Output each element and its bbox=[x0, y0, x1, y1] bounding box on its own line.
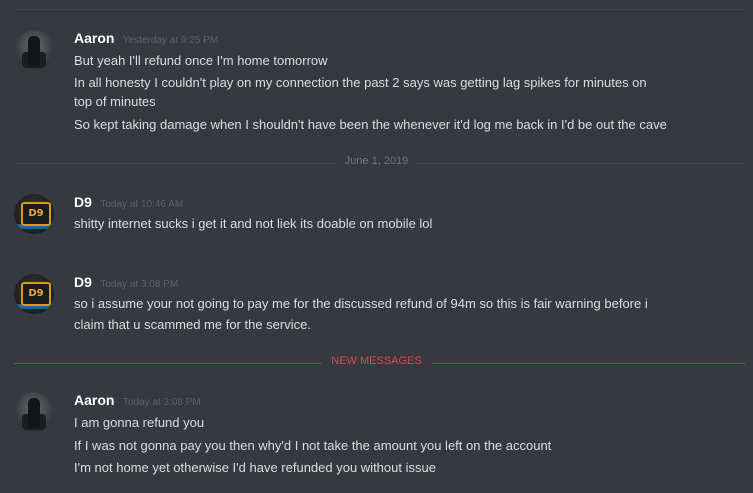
timestamp: Today at 3:08 PM bbox=[100, 279, 179, 290]
message-text: So kept taking damage when I shouldn't h… bbox=[74, 117, 667, 132]
chat-message-list: Aaron Yesterday at 9:25 PM But yeah I'll… bbox=[0, 0, 753, 493]
avatar-badge: D9 bbox=[21, 282, 51, 306]
aaron-avatar[interactable] bbox=[14, 30, 54, 70]
message-text: If I was not gonna pay you then why'd I … bbox=[74, 438, 552, 453]
timestamp: Today at 3:08 PM bbox=[122, 397, 201, 408]
message-header: D9 Today at 10:46 AM bbox=[74, 194, 183, 212]
username[interactable]: Aaron bbox=[74, 30, 114, 46]
avatar-figure-shape bbox=[28, 36, 40, 66]
message-text: I'm not home yet otherwise I'd have refu… bbox=[74, 460, 436, 475]
message-text: so i assume your not going to pay me for… bbox=[74, 296, 648, 311]
avatar-figure-shape bbox=[28, 398, 40, 428]
username[interactable]: D9 bbox=[74, 194, 92, 210]
username[interactable]: Aaron bbox=[74, 392, 114, 408]
new-messages-label: NEW MESSAGES bbox=[321, 355, 432, 367]
top-divider bbox=[14, 9, 745, 10]
message-text: I am gonna refund you bbox=[74, 415, 205, 430]
d9-avatar[interactable]: D9 bbox=[14, 194, 54, 234]
message-header: D9 Today at 3:08 PM bbox=[74, 274, 178, 292]
d9-avatar[interactable]: D9 bbox=[14, 274, 54, 314]
message-text: shitty internet sucks i get it and not l… bbox=[74, 216, 433, 231]
message-header: Aaron Yesterday at 9:25 PM bbox=[74, 30, 218, 48]
timestamp: Yesterday at 9:25 PM bbox=[122, 35, 219, 46]
message-text: top of minutes bbox=[74, 94, 156, 109]
aaron-avatar[interactable] bbox=[14, 392, 54, 432]
avatar-badge: D9 bbox=[21, 202, 51, 226]
timestamp: Today at 10:46 AM bbox=[100, 199, 184, 210]
message-header: Aaron Today at 3:08 PM bbox=[74, 392, 201, 410]
message-text: But yeah I'll refund once I'm home tomor… bbox=[74, 53, 328, 68]
date-divider-label: June 1, 2019 bbox=[336, 155, 417, 167]
message-text: claim that u scammed me for the service. bbox=[74, 317, 311, 332]
username[interactable]: D9 bbox=[74, 274, 92, 290]
